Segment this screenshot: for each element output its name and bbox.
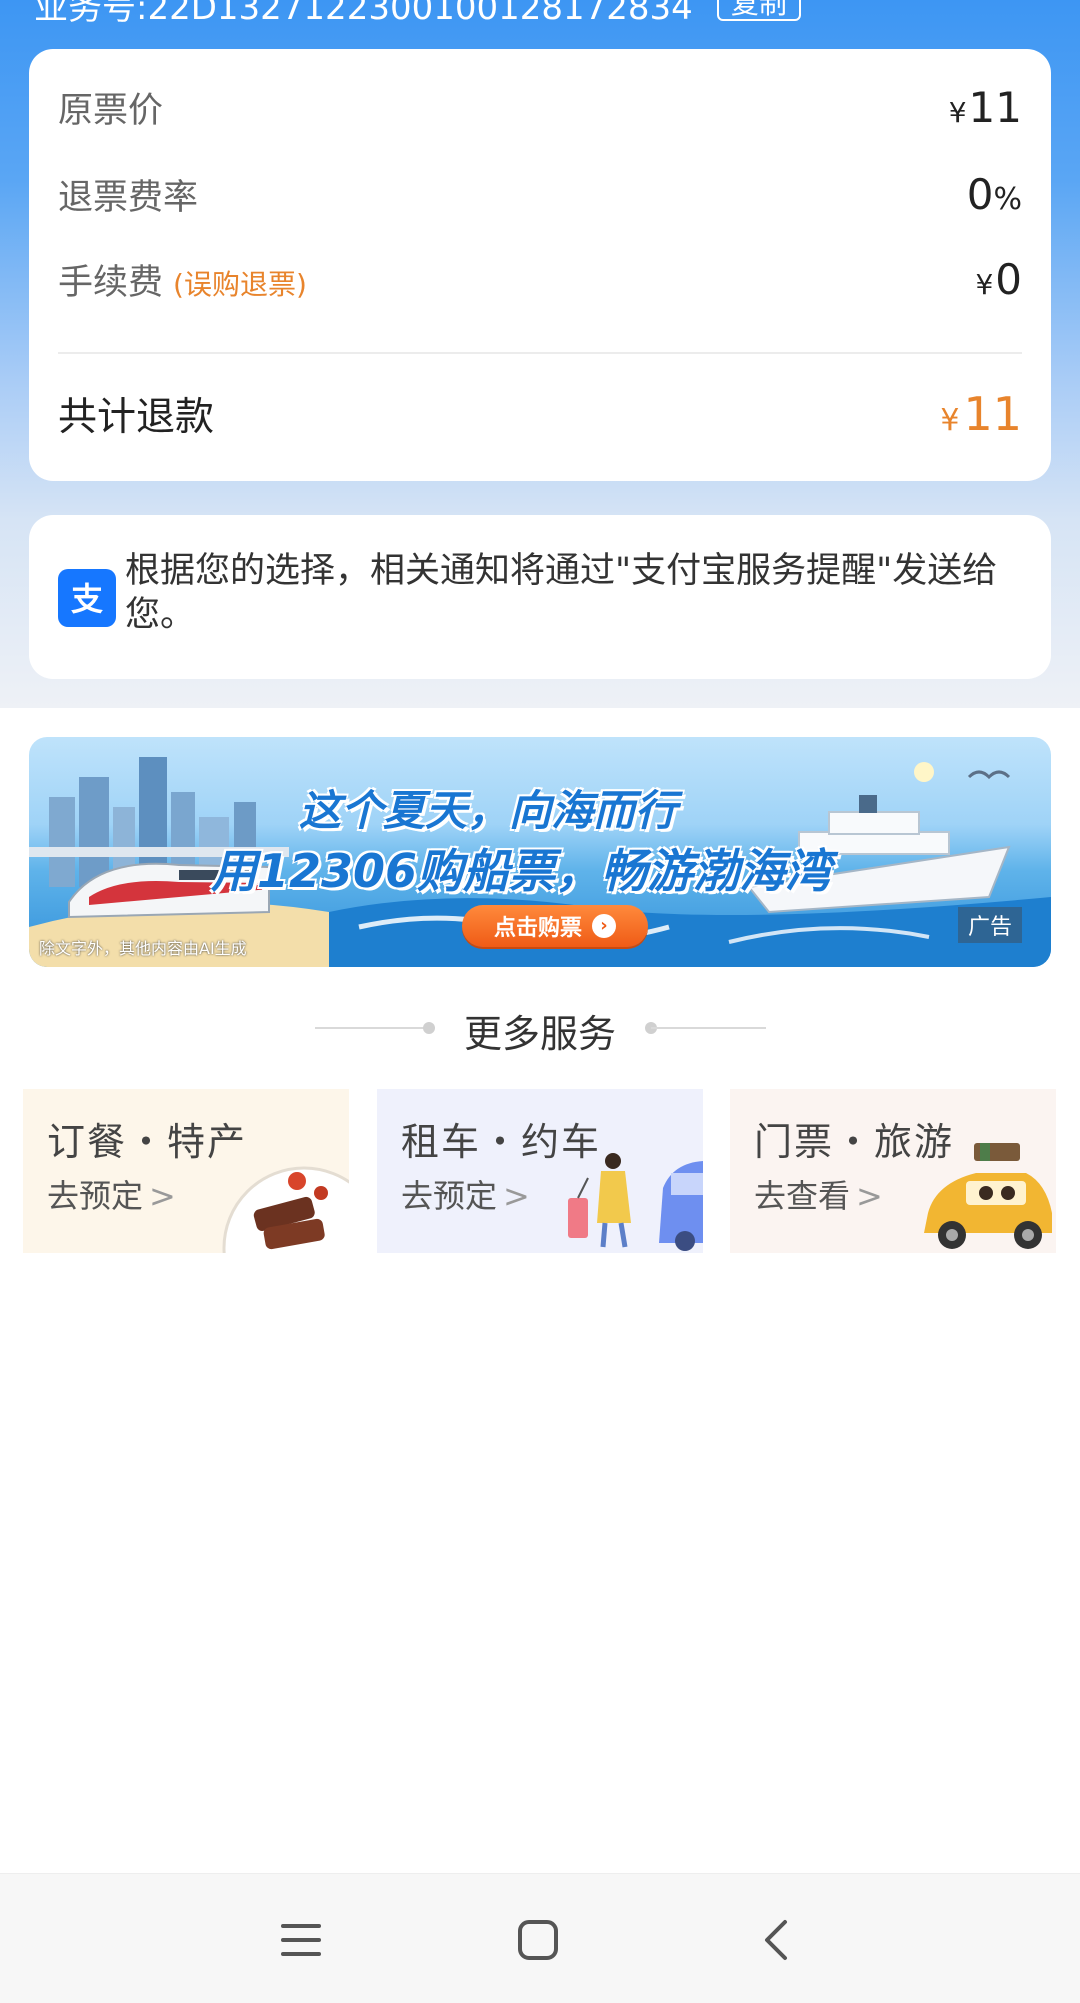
refund-fee-card: 原票价 ¥11 退票费率 0% 手续费 (误购退票) ¥0 共计退款 ¥11 — [29, 49, 1051, 481]
service-action-food: 去预定 > — [47, 1177, 176, 1215]
refund-rate-value: 0% — [966, 169, 1022, 219]
original-price-value: ¥11 — [948, 82, 1022, 132]
order-number-text: 业务号:22D1327122300100128172834 — [34, 0, 693, 28]
svg-text:支: 支 — [71, 580, 103, 618]
chevron-right-icon: > — [856, 1177, 883, 1215]
total-refund-label: 共计退款 — [58, 395, 215, 440]
refund-rate-row: 退票费率 0% — [58, 164, 1022, 224]
ai-disclaimer: 除文字外，其他内容由AI生成 — [39, 939, 247, 958]
food-plate-icon — [222, 1166, 349, 1253]
back-icon[interactable] — [749, 1912, 805, 1968]
system-navigation-bar — [0, 1873, 1080, 2003]
yellow-car-icon — [924, 1143, 1052, 1249]
chevron-right-icon: > — [503, 1177, 530, 1215]
buy-ticket-button[interactable]: 点击购票 › — [462, 905, 648, 947]
home-icon[interactable] — [510, 1912, 566, 1968]
notification-card: 支 根据您的选择，相关通知将通过"支付宝服务提醒"发送给您。 — [29, 515, 1051, 679]
order-number-strip: 业务号:22D1327122300100128172834 复制 — [0, 0, 1080, 28]
handling-fee-value: ¥0 — [975, 254, 1022, 304]
promo-banner[interactable]: 这个夏天，向海而行 用12306购船票，畅游渤海湾 点击购票 › 广告 除文字外… — [29, 737, 1051, 967]
service-card-food[interactable]: 订餐・特产 去预定 > — [23, 1089, 349, 1253]
chevron-right-icon: > — [149, 1177, 176, 1215]
service-card-car[interactable]: 租车・约车 去预定 > — [377, 1089, 703, 1253]
service-card-tour[interactable]: 门票・旅游 去查看 > — [730, 1089, 1056, 1253]
alipay-icon: 支 — [58, 569, 116, 627]
total-refund-row: 共计退款 ¥11 — [58, 379, 1022, 449]
handling-fee-row: 手续费 (误购退票) ¥0 — [58, 249, 1022, 309]
banner-headline-2: 用12306购船票，畅游渤海湾 — [211, 844, 832, 898]
handling-fee-note: (误购退票) — [173, 267, 307, 301]
traveler-car-icon — [568, 1153, 703, 1251]
notification-text: 根据您的选择，相关通知将通过"支付宝服务提醒"发送给您。 — [125, 551, 998, 635]
refund-rate-label: 退票费率 — [58, 177, 199, 218]
banner-headline-1: 这个夏天，向海而行 — [299, 786, 678, 835]
total-refund-value: ¥11 — [940, 387, 1022, 441]
title-line-right — [651, 1027, 766, 1029]
handling-fee-label: 手续费 (误购退票) — [58, 262, 307, 303]
more-services-title: 更多服务 — [463, 1012, 616, 1056]
original-price-row: 原票价 ¥11 — [58, 77, 1022, 137]
ad-badge: 广告 — [957, 907, 1022, 943]
arrow-right-icon: › — [592, 914, 616, 938]
fee-divider — [58, 352, 1022, 354]
original-price-label: 原票价 — [58, 90, 164, 131]
service-action-tour: 去查看 > — [754, 1177, 883, 1215]
copy-button[interactable]: 复制 — [716, 0, 801, 21]
menu-icon[interactable] — [273, 1912, 329, 1968]
service-action-car: 去预定 > — [401, 1177, 530, 1215]
